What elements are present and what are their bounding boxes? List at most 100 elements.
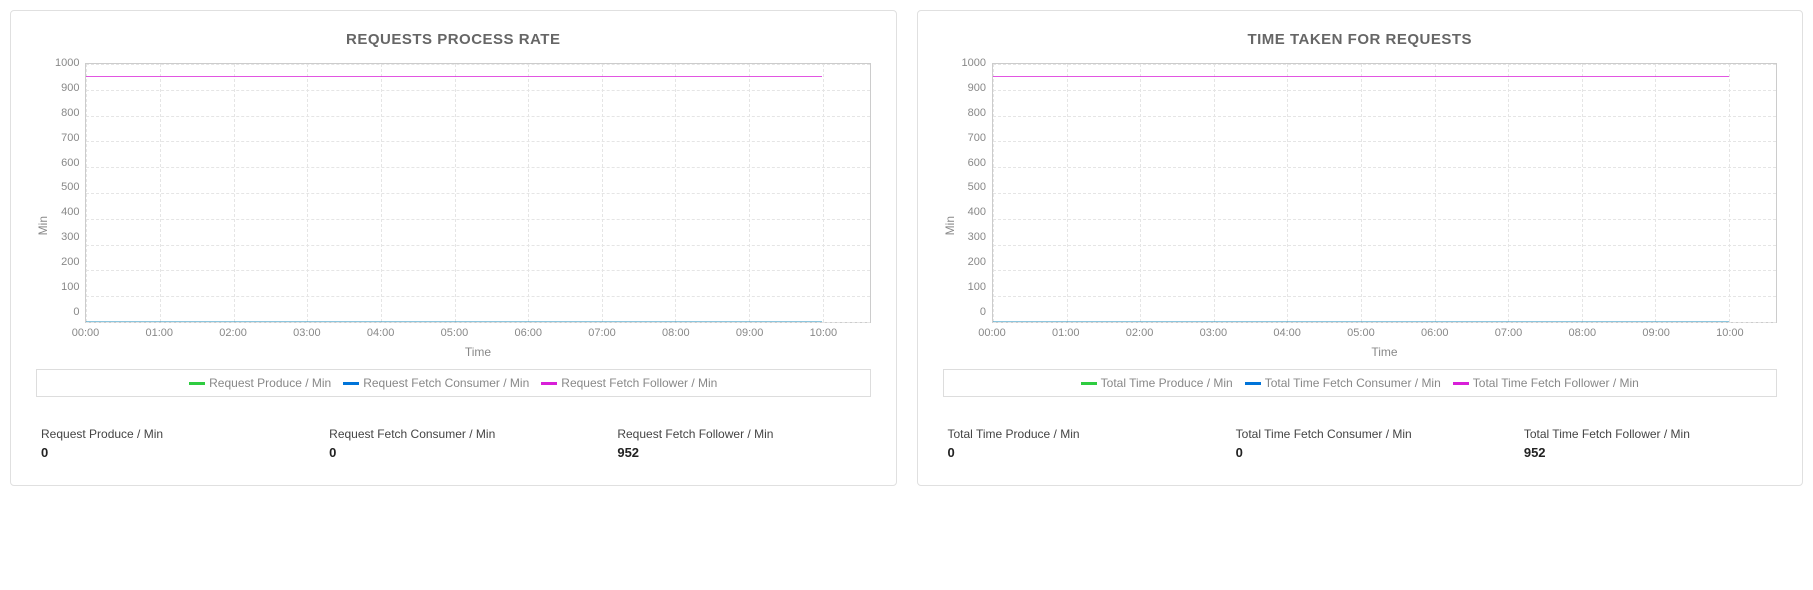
y-tick: 300	[962, 232, 986, 243]
legend-item[interactable]: Total Time Fetch Consumer / Min	[1245, 376, 1441, 390]
x-tick: 04:00	[367, 327, 395, 339]
legend-label: Total Time Produce / Min	[1101, 376, 1233, 390]
stat-label: Request Fetch Follower / Min	[617, 427, 865, 441]
legend-item[interactable]: Total Time Fetch Follower / Min	[1453, 376, 1639, 390]
x-tick: 07:00	[588, 327, 616, 339]
stat-label: Request Fetch Consumer / Min	[329, 427, 577, 441]
x-tick: 08:00	[662, 327, 690, 339]
chart-panel-time-taken-for-requests: TIME TAKEN FOR REQUESTS Min 100090080070…	[917, 10, 1804, 486]
y-tick: 600	[55, 158, 79, 169]
x-tick: 05:00	[1347, 327, 1375, 339]
stat: Request Fetch Consumer / Min 0	[329, 427, 577, 460]
plot-area[interactable]	[992, 63, 1777, 323]
y-tick: 800	[962, 108, 986, 119]
x-tick: 03:00	[1200, 327, 1228, 339]
plot-area[interactable]	[85, 63, 870, 323]
y-axis-label: Min	[943, 186, 957, 235]
chart-panel-requests-process-rate: REQUESTS PROCESS RATE Min 1000 900 800 700 6…	[10, 10, 897, 486]
y-tick: 900	[962, 83, 986, 94]
y-tick: 400	[962, 207, 986, 218]
y-tick: 900	[55, 83, 79, 94]
x-tick: 01:00	[1052, 327, 1080, 339]
x-tick: 09:00	[1642, 327, 1670, 339]
y-axis-ticks: 10009008007006005004003002001000	[55, 63, 85, 323]
legend-swatch	[1453, 382, 1469, 385]
stat: Total Time Fetch Consumer / Min 0	[1236, 427, 1484, 460]
stat: Total Time Fetch Follower / Min 952	[1524, 427, 1772, 460]
y-tick: 0	[962, 307, 986, 318]
y-tick: 300	[55, 232, 79, 243]
y-tick: 700	[55, 133, 79, 144]
stat-value: 0	[1236, 445, 1484, 460]
stat-label: Total Time Fetch Follower / Min	[1524, 427, 1772, 441]
y-tick: 0	[55, 307, 79, 318]
y-tick: 200	[55, 257, 79, 268]
x-tick: 03:00	[293, 327, 321, 339]
x-tick: 10:00	[1716, 327, 1744, 339]
legend-swatch	[189, 382, 205, 385]
legend-item[interactable]: Request Produce / Min	[189, 376, 331, 390]
legend-swatch	[1245, 382, 1261, 385]
x-tick: 00:00	[72, 327, 100, 339]
y-tick: 100	[962, 282, 986, 293]
x-axis-ticks: 00:0001:0002:0003:0004:0005:0006:0007:00…	[85, 327, 870, 341]
x-tick: 07:00	[1495, 327, 1523, 339]
chart-title: REQUESTS PROCESS RATE	[36, 31, 871, 48]
y-tick: 700	[962, 133, 986, 144]
x-axis-ticks: 00:0001:0002:0003:0004:0005:0006:0007:00…	[992, 327, 1777, 341]
y-tick: 800	[55, 108, 79, 119]
legend-label: Total Time Fetch Consumer / Min	[1265, 376, 1441, 390]
plot-container: 00:0001:0002:0003:0004:0005:0006:0007:00…	[992, 63, 1777, 359]
chart-title: TIME TAKEN FOR REQUESTS	[943, 31, 1778, 48]
x-tick: 04:00	[1273, 327, 1301, 339]
x-tick: 08:00	[1569, 327, 1597, 339]
legend-label: Request Produce / Min	[209, 376, 331, 390]
y-tick: 400	[55, 207, 79, 218]
y-tick: 1000	[962, 58, 986, 69]
x-tick: 06:00	[1421, 327, 1449, 339]
y-tick: 500	[962, 182, 986, 193]
y-axis-ticks: 10009008007006005004003002001000	[962, 63, 992, 323]
stat-label: Total Time Produce / Min	[948, 427, 1196, 441]
stats-row: Total Time Produce / Min0Total Time Fetc…	[943, 427, 1778, 460]
y-axis-label: Min	[36, 186, 50, 235]
stat: Request Produce / Min 0	[41, 427, 289, 460]
stats-row: Request Produce / Min0Request Fetch Cons…	[36, 427, 871, 460]
legend-swatch	[1081, 382, 1097, 385]
y-tick: 1000	[55, 58, 79, 69]
x-tick: 10:00	[810, 327, 838, 339]
legend-label: Request Fetch Follower / Min	[561, 376, 717, 390]
stat: Total Time Produce / Min 0	[948, 427, 1196, 460]
x-tick: 05:00	[441, 327, 469, 339]
x-tick: 09:00	[736, 327, 764, 339]
stat-label: Request Produce / Min	[41, 427, 289, 441]
legend-swatch	[343, 382, 359, 385]
chart-wrapper: Min 10009008007006005004003002001000 00:…	[943, 63, 1778, 359]
x-tick: 00:00	[978, 327, 1006, 339]
legend-item[interactable]: Request Fetch Follower / Min	[541, 376, 717, 390]
stat-label: Total Time Fetch Consumer / Min	[1236, 427, 1484, 441]
y-tick: 500	[55, 182, 79, 193]
plot-container: 00:0001:0002:0003:0004:0005:0006:0007:00…	[85, 63, 870, 359]
chart-wrapper: Min 10009008007006005004003002001000 00:…	[36, 63, 871, 359]
chart-legend: Request Produce / Min Request Fetch Consu…	[36, 369, 871, 397]
x-axis-label: Time	[992, 345, 1777, 359]
legend-swatch	[541, 382, 557, 385]
legend-label: Request Fetch Consumer / Min	[363, 376, 529, 390]
x-tick: 06:00	[514, 327, 542, 339]
x-tick: 02:00	[1126, 327, 1154, 339]
x-tick: 01:00	[146, 327, 174, 339]
stat: Request Fetch Follower / Min 952	[617, 427, 865, 460]
y-tick: 600	[962, 158, 986, 169]
stat-value: 952	[617, 445, 865, 460]
x-axis-label: Time	[85, 345, 870, 359]
legend-label: Total Time Fetch Follower / Min	[1473, 376, 1639, 390]
stat-value: 0	[41, 445, 289, 460]
stat-value: 952	[1524, 445, 1772, 460]
stat-value: 0	[329, 445, 577, 460]
legend-item[interactable]: Total Time Produce / Min	[1081, 376, 1233, 390]
chart-legend: Total Time Produce / Min Total Time Fetch…	[943, 369, 1778, 397]
stat-value: 0	[948, 445, 1196, 460]
legend-item[interactable]: Request Fetch Consumer / Min	[343, 376, 529, 390]
y-tick: 200	[962, 257, 986, 268]
